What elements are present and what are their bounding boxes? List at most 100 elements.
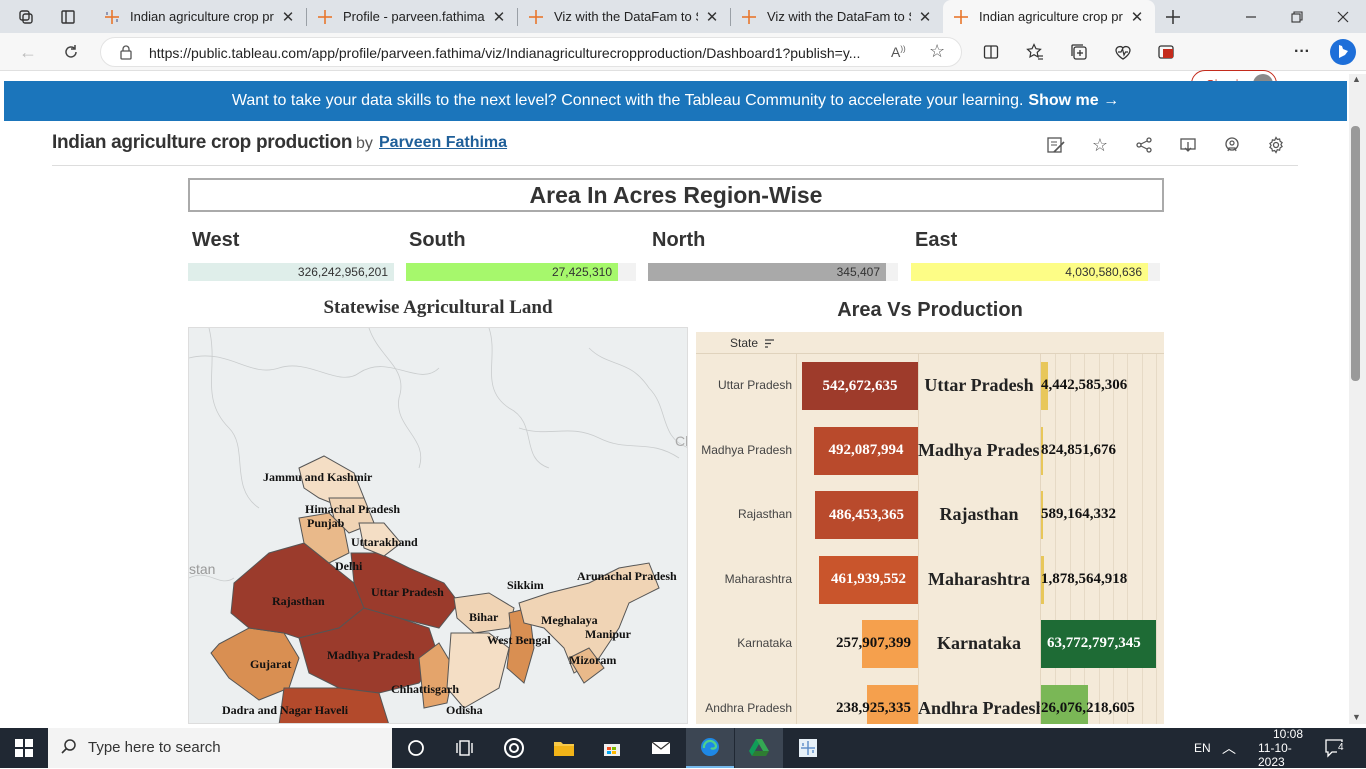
region-bar-south[interactable]: 27,425,310 xyxy=(406,263,636,281)
close-icon[interactable]: ✕ xyxy=(704,8,720,26)
notification-center[interactable]: 4 xyxy=(1324,728,1346,768)
production-value: 824,851,676 xyxy=(1041,441,1116,458)
task-view-icon[interactable] xyxy=(440,728,488,768)
map-label: Gujarat xyxy=(250,657,292,671)
settings-gear-icon[interactable] xyxy=(1265,134,1287,156)
file-explorer-icon[interactable] xyxy=(540,728,588,768)
row-state-name: Andhra Pradesh xyxy=(918,697,1040,718)
language-indicator[interactable]: EN xyxy=(1194,728,1211,768)
google-drive-icon[interactable] xyxy=(735,728,783,768)
viz-title: Indian agriculture crop production xyxy=(52,132,353,153)
minimize-icon[interactable] xyxy=(1228,0,1274,33)
sort-icon[interactable] xyxy=(764,336,775,354)
production-gridline xyxy=(1127,354,1129,724)
browser-tab-bar: Indian agriculture crop prod ✕ Profile -… xyxy=(0,0,1366,33)
office-icon[interactable] xyxy=(1156,42,1176,62)
production-value: 1,878,564,918 xyxy=(1041,570,1128,587)
area-bar[interactable]: 492,087,994 xyxy=(814,426,918,475)
new-tab-icon[interactable] xyxy=(1150,0,1196,33)
back-icon[interactable]: ← xyxy=(13,37,43,67)
map-label: Himachal Pradesh xyxy=(305,502,400,516)
row-state-name: Madhya Pradesh xyxy=(918,439,1040,460)
area-bar[interactable]: 542,672,635 xyxy=(802,362,918,411)
clock-date: 11-10-2023 xyxy=(1258,741,1292,769)
row-state-name: Karnataka xyxy=(936,633,1021,654)
map-label: Dadra and Nagar Haveli xyxy=(222,703,349,717)
map-label: Madhya Pradesh xyxy=(327,648,415,662)
mail-icon[interactable] xyxy=(637,728,685,768)
download-icon[interactable] xyxy=(1177,134,1199,156)
browser-tab-2[interactable]: Profile - parveen.fathima | Ta ✕ xyxy=(307,0,517,33)
map-label: Bihar xyxy=(469,610,499,624)
share-icon[interactable] xyxy=(1133,134,1155,156)
area-vs-production-table[interactable]: State Uttar Pradesh 542,672,635 Uttar Prad… xyxy=(696,332,1164,724)
workspaces-icon[interactable] xyxy=(4,0,48,33)
taskbar-search-box[interactable]: Type here to search xyxy=(48,728,392,768)
close-window-icon[interactable] xyxy=(1320,0,1366,33)
map-label: West Bengal xyxy=(487,633,551,647)
tableau-taskbar-icon[interactable] xyxy=(784,728,832,768)
production-gridline xyxy=(1069,354,1071,724)
edit-viz-icon[interactable] xyxy=(1045,134,1067,156)
close-icon[interactable]: ✕ xyxy=(917,8,933,26)
area-bar[interactable]: 486,453,365 xyxy=(815,491,918,540)
split-screen-icon[interactable] xyxy=(981,42,1001,62)
row-state-label: Madhya Pradesh xyxy=(701,442,792,457)
region-name-west: West xyxy=(192,229,240,251)
browser-tab-1[interactable]: Indian agriculture crop prod ✕ xyxy=(94,0,306,33)
edge-browser-icon[interactable] xyxy=(686,728,734,768)
browser-tab-4[interactable]: Viz with the DataFam to Sha ✕ xyxy=(731,0,943,33)
map-label: Chhattisgarh xyxy=(391,682,460,696)
close-icon[interactable]: ✕ xyxy=(1129,8,1145,26)
windows-taskbar: Type here to search EN ︿ 10:08 11-10-202… xyxy=(0,727,1366,769)
address-toolbar: ← https://public.tableau.com/app/profile… xyxy=(0,33,1366,98)
row-state-name: Uttar Pradesh xyxy=(924,375,1034,396)
microsoft-store-icon[interactable] xyxy=(588,728,636,768)
column-divider xyxy=(796,354,797,724)
scroll-down-icon[interactable]: ▼ xyxy=(1352,712,1361,722)
state-column-header[interactable]: State xyxy=(730,336,758,350)
region-value: 345,407 xyxy=(836,265,880,279)
more-menu-icon[interactable]: ··· xyxy=(1292,42,1312,62)
cortana-icon[interactable] xyxy=(392,728,440,768)
scrollbar-thumb[interactable] xyxy=(1351,126,1360,381)
region-bar-east[interactable]: 4,030,580,636 xyxy=(911,263,1160,281)
area-bar[interactable]: 461,939,552 xyxy=(819,555,918,604)
scroll-up-icon[interactable]: ▲ xyxy=(1352,74,1361,84)
app-icon[interactable] xyxy=(490,728,538,768)
url-field[interactable]: https://public.tableau.com/app/profile/p… xyxy=(100,37,962,67)
close-icon[interactable]: ✕ xyxy=(280,8,296,26)
browser-tab-3[interactable]: Viz with the DataFam to Sha ✕ xyxy=(518,0,730,33)
browser-tab-5-active[interactable]: Indian agriculture crop proc ✕ xyxy=(943,0,1155,33)
collections-icon[interactable] xyxy=(1069,42,1089,62)
table-title: Area Vs Production xyxy=(837,299,1023,321)
chevron-up-icon[interactable]: ︿ xyxy=(1222,728,1236,768)
area-value: 492,087,994 xyxy=(828,442,904,459)
statewise-map[interactable]: Jammu and Kashmir Himachal Pradesh Punja… xyxy=(188,327,688,724)
clock[interactable]: 10:08 11-10-2023 xyxy=(1258,727,1318,769)
favorites-icon[interactable] xyxy=(1025,42,1045,62)
production-gridline xyxy=(1084,354,1086,724)
refresh-icon[interactable] xyxy=(56,37,86,67)
favorite-icon[interactable]: ☆ xyxy=(1089,134,1111,156)
bing-copilot-icon[interactable] xyxy=(1328,37,1358,67)
region-bar-north[interactable]: 345,407 xyxy=(648,263,898,281)
restore-icon[interactable] xyxy=(1274,0,1320,33)
map-label: Manipur xyxy=(585,627,632,641)
tab-actions-icon[interactable] xyxy=(46,0,90,33)
region-value: 326,242,956,201 xyxy=(297,265,388,279)
banner-show-me-link[interactable]: Show me → xyxy=(1028,92,1119,110)
production-gridline xyxy=(1113,354,1114,724)
windows-start-icon[interactable] xyxy=(0,728,48,768)
favorite-star-icon[interactable]: ☆ xyxy=(929,41,945,62)
region-bar-west[interactable]: 326,242,956,201 xyxy=(188,263,394,281)
map-label: Delhi xyxy=(335,559,363,573)
lock-icon[interactable] xyxy=(119,44,133,65)
close-icon[interactable]: ✕ xyxy=(491,8,507,26)
viz-author-link[interactable]: Parveen Fathima xyxy=(379,134,507,152)
browser-essentials-icon[interactable] xyxy=(1113,42,1133,62)
tableau-icon xyxy=(317,9,333,25)
read-aloud-icon[interactable]: A)) xyxy=(891,44,906,60)
metadata-icon[interactable] xyxy=(1221,134,1243,156)
region-value: 4,030,580,636 xyxy=(1065,265,1142,279)
